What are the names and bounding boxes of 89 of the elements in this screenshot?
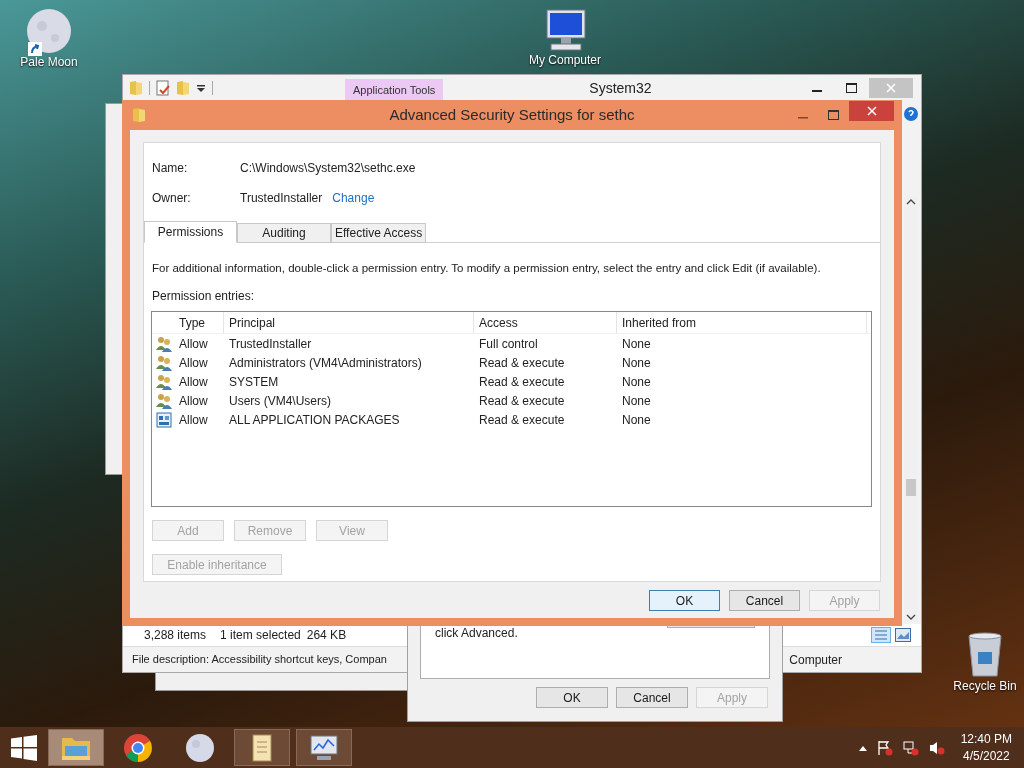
scroll-up-icon[interactable] [906,197,916,207]
table-cell-text: Administrators (VM4\Administrators) [228,354,423,372]
table-cell-text: TrustedInstaller [228,335,313,353]
table-cell-text: Read & execute [478,373,566,391]
windows-logo-icon [11,734,37,761]
muted-speaker-icon[interactable] [928,739,945,756]
clock-time: 12:40 PM [960,730,1012,748]
field-label: Name: [152,160,189,177]
table-cell-text: None [621,411,651,429]
table-cell-text: Allow [178,392,209,410]
desktop-shortcut[interactable]: Recycle Bin [940,630,1024,693]
taskbar-app-button[interactable] [234,729,290,766]
monitor-icon [309,733,339,762]
help-icon[interactable] [904,107,918,121]
moon-icon [26,8,72,54]
permission-row[interactable]: Allow Administrators (VM4\Administrators) Read & execute None [152,353,871,373]
dropdown-icon[interactable] [196,83,206,93]
change-link[interactable]: Change [332,189,375,207]
close-icon [886,83,896,93]
table-cell-text: Users (VM4\Users) [228,392,332,410]
table-cell-text: None [621,354,651,372]
table-cell-text: Read & execute [478,354,566,372]
dialog-button[interactable]: Cancel [616,687,688,708]
table-cell-text: Full control [478,335,539,353]
clock-date: 4/5/2022 [962,747,1010,765]
folder-icon [132,107,146,123]
large-icons-view-icon[interactable] [895,628,911,642]
file-path: C:\Windows\System32\sethc.exe [240,160,416,177]
users-icon [156,354,172,371]
window-title: System32 [589,78,652,98]
desktop-shortcut[interactable]: My Computer [520,4,610,67]
column-header[interactable]: Principal [224,312,474,334]
table-cell-text: Allow [178,335,209,353]
table-cell-text: None [621,392,651,410]
permission-row[interactable]: Allow TrustedInstaller Full control None [152,334,871,354]
folder-icon [129,80,143,96]
permission-row[interactable]: Allow Users (VM4\Users) Read & execute None [152,391,871,411]
package-icon [156,411,172,428]
maximize-icon[interactable] [846,83,857,93]
dialog-button[interactable]: OK [536,687,608,708]
users-icon [156,335,172,352]
tab[interactable]: Effective Access [331,223,427,243]
properties-icon[interactable] [156,80,170,96]
table-cell-text: Allow [178,411,209,429]
moon-icon [185,732,215,763]
dialog-button[interactable]: OK [649,590,720,611]
clock[interactable]: 12:40 PM 4/5/2022 [960,730,1012,765]
table-cell-text: SYSTEM [228,373,280,391]
permission-row[interactable]: Allow ALL APPLICATION PACKAGES Read & execute None [152,410,871,430]
scroll-icon [249,732,275,763]
shortcut-arrow-icon [28,42,42,56]
table-cell-text: Allow [178,373,209,391]
owner-name: TrustedInstaller [240,190,323,207]
flag-icon[interactable] [876,739,893,756]
column-header[interactable]: Type [174,312,224,334]
field-label: Owner: [152,190,192,207]
section-label: Permission entries: [152,288,256,306]
table-cell-text: Allow [178,354,209,372]
selection-size: 264 KB [306,627,347,644]
tab[interactable]: Auditing [237,223,331,243]
recycle-bin-icon [966,632,1004,678]
dialog-button[interactable]: Cancel [729,590,800,611]
instruction-text: click Advanced. [435,625,518,642]
context-tab[interactable]: Application Tools [345,79,444,101]
table-cell-text: Read & execute [478,392,566,410]
scroll-thumb[interactable] [906,479,916,496]
close-icon [866,106,877,116]
users-icon [156,373,172,390]
table-cell-text: None [621,373,651,391]
details-value: Computer [789,651,842,669]
taskbar-app-button[interactable] [296,729,352,766]
info-text: For additional information, double-click a permission entry. To modify a permission entry, select the entry and click Edit (if available). [152,261,822,276]
tab[interactable]: Permissions [144,221,237,243]
column-header[interactable]: Inherited from [617,312,867,334]
table-cell-text: None [621,335,651,353]
column-header[interactable]: Access [474,312,617,334]
show-hidden-icons-icon[interactable] [858,744,867,751]
users-icon [156,392,172,409]
table-cell-text: Read & execute [478,411,566,429]
selection-count: 1 item selected [220,627,301,644]
permission-row[interactable]: Allow SYSTEM Read & execute None [152,372,871,392]
browser-icon [123,732,153,763]
item-count: 3,288 items [144,627,207,644]
scroll-down-icon[interactable] [906,612,916,622]
file-description: File description: Accessibility shortcut keys, Compan [132,652,387,668]
desktop-shortcut[interactable]: Pale Moon [4,6,94,69]
table-cell-text: ALL APPLICATION PACKAGES [228,411,401,429]
dialog-title: Advanced Security Settings for sethc [389,104,635,125]
network-icon[interactable] [902,739,919,756]
